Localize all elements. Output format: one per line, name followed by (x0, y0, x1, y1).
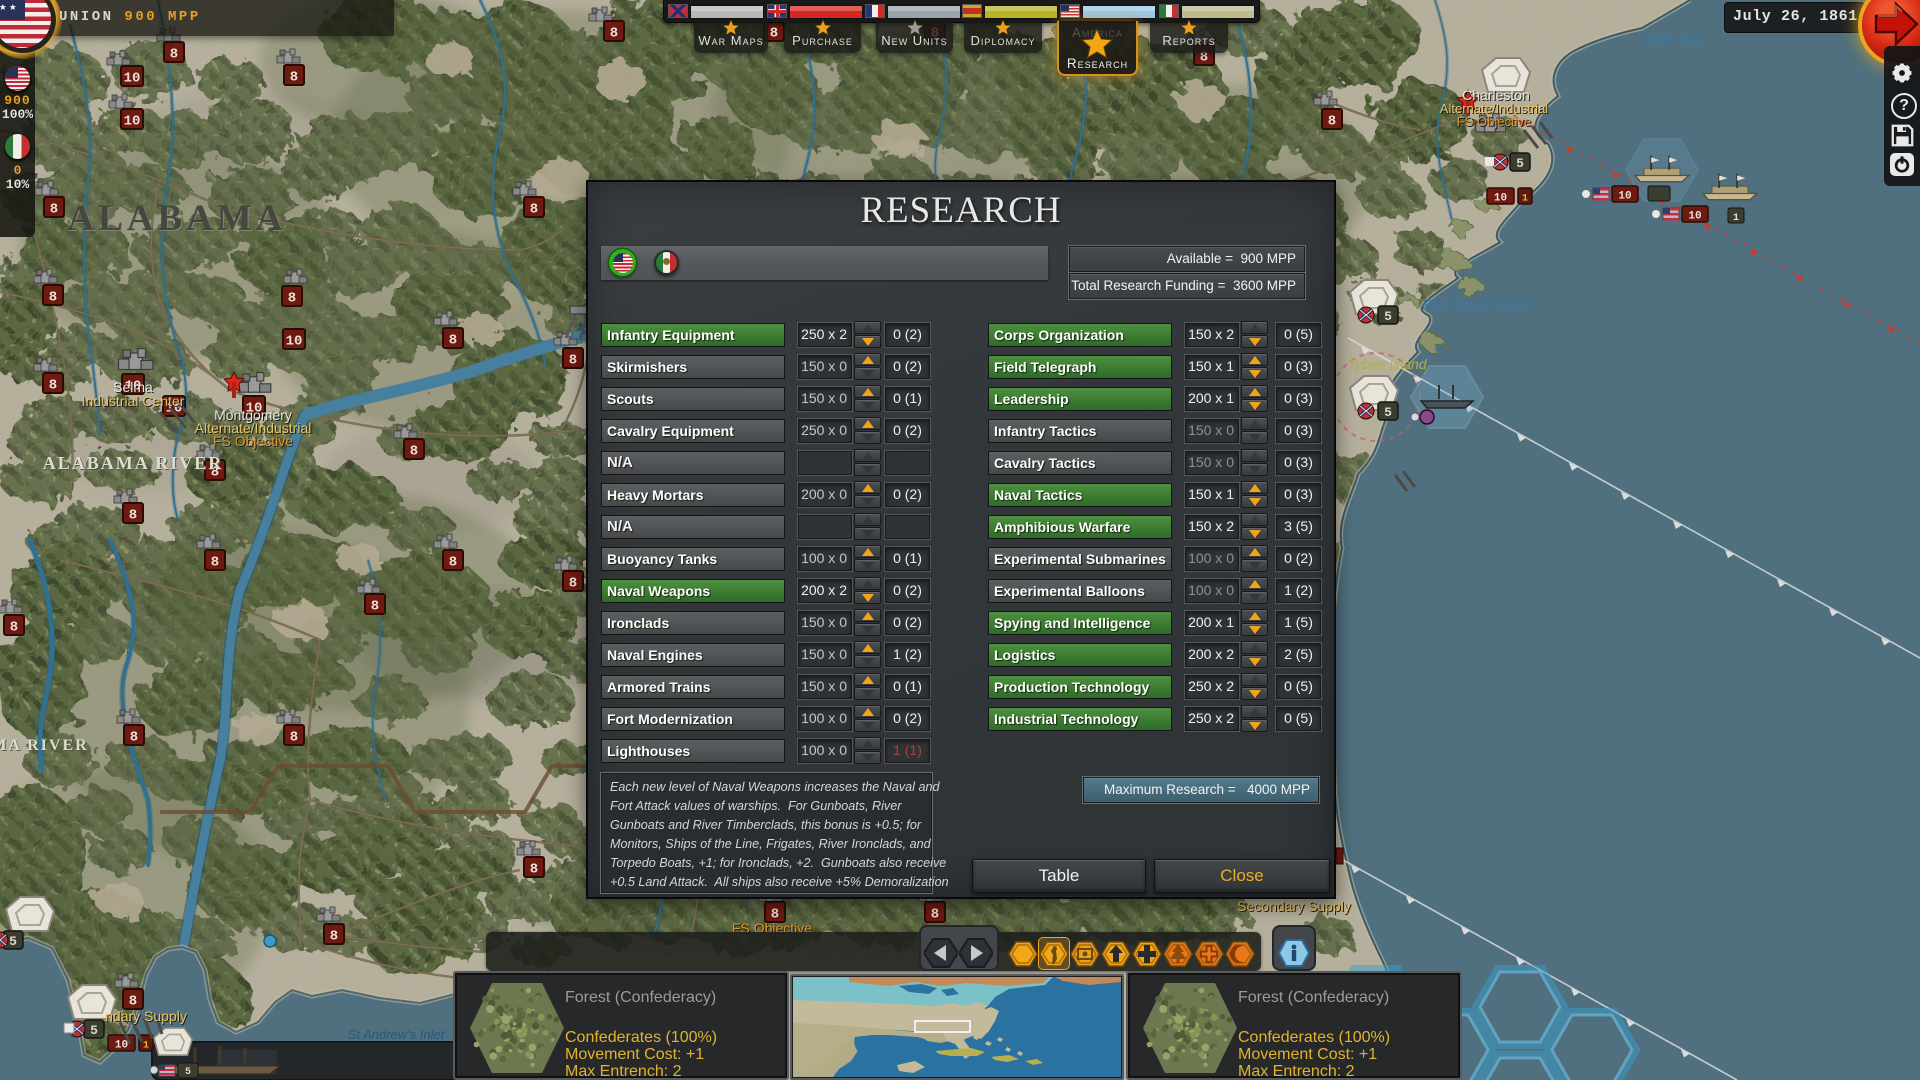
svg-text:10: 10 (286, 334, 303, 350)
svg-text:8: 8 (290, 730, 298, 746)
svg-text:8: 8 (50, 202, 58, 218)
svg-text:1: 1 (1733, 213, 1739, 224)
svg-text:Port Royal Sound: Port Royal Sound (1422, 296, 1533, 312)
svg-text:8: 8 (449, 333, 457, 349)
svg-text:8: 8 (170, 47, 178, 63)
svg-text:8: 8 (1328, 114, 1336, 130)
svg-text:8: 8 (130, 730, 138, 746)
svg-text:Tybee Island: Tybee Island (1347, 356, 1427, 372)
svg-text:8: 8 (569, 353, 577, 369)
svg-text:8: 8 (211, 555, 219, 571)
svg-text:10: 10 (124, 114, 141, 130)
svg-text:5: 5 (9, 934, 17, 949)
svg-text:10: 10 (1494, 193, 1507, 205)
svg-text:5: 5 (1516, 156, 1524, 171)
svg-text:8: 8 (49, 290, 57, 306)
svg-text:8: 8 (449, 555, 457, 571)
svg-text:8: 8 (530, 862, 538, 878)
svg-text:8: 8 (290, 70, 298, 86)
svg-text:8: 8 (49, 378, 57, 394)
svg-text:1: 1 (143, 1041, 149, 1052)
svg-text:FS Objective: FS Objective (1457, 114, 1531, 129)
svg-text:10: 10 (124, 71, 141, 87)
svg-text:8: 8 (410, 444, 418, 460)
svg-text:5: 5 (90, 1023, 98, 1038)
svg-text:8: 8 (330, 929, 338, 945)
svg-text:FS Objective: FS Objective (213, 433, 293, 449)
svg-text:ALABAMA: ALABAMA (67, 198, 286, 239)
svg-text:5: 5 (185, 1067, 191, 1078)
svg-text:8: 8 (610, 26, 618, 42)
svg-text:Bulls Bay: Bulls Bay (1645, 31, 1704, 47)
svg-text:10: 10 (1688, 211, 1701, 223)
svg-text:8: 8 (530, 202, 538, 218)
svg-text:8: 8 (371, 599, 379, 615)
svg-text:10: 10 (1618, 191, 1631, 203)
svg-text:8: 8 (931, 907, 939, 923)
svg-text:Secondary Supply: Secondary Supply (1237, 898, 1351, 914)
svg-text:5: 5 (1384, 309, 1392, 324)
svg-text:1: 1 (1522, 194, 1528, 205)
svg-text:8: 8 (770, 26, 778, 42)
svg-text:8: 8 (10, 620, 18, 636)
svg-text:ndary Supply: ndary Supply (105, 1008, 187, 1024)
svg-text:8: 8 (288, 291, 296, 307)
svg-text:Industrial Center: Industrial Center (82, 393, 185, 409)
svg-text:8: 8 (129, 508, 137, 524)
svg-text:St Andrew's Inlet: St Andrew's Inlet (348, 1027, 446, 1042)
svg-text:5: 5 (1384, 405, 1392, 420)
svg-text:8: 8 (569, 576, 577, 592)
svg-text:10: 10 (115, 1040, 128, 1052)
svg-text:ALABAMA RIVER: ALABAMA RIVER (43, 453, 224, 473)
svg-text:MA RIVER: MA RIVER (0, 737, 89, 754)
